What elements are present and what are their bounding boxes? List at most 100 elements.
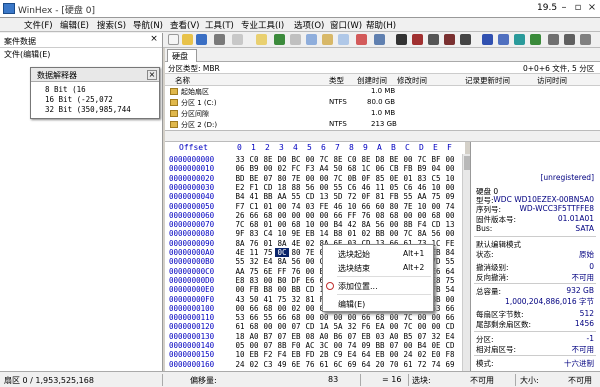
hex-byte[interactable]: 01 (401, 174, 415, 183)
hex-byte[interactable]: 00 (275, 202, 289, 211)
hex-byte[interactable]: 00 (429, 313, 443, 322)
hex-byte[interactable]: 69 (345, 360, 359, 369)
hex-byte[interactable]: 5D (331, 192, 345, 201)
hex-byte[interactable]: 00 (443, 295, 457, 304)
hex-byte[interactable]: EA (373, 322, 387, 331)
hex-byte[interactable]: 66 (359, 202, 373, 211)
hex-byte[interactable]: 75 (261, 248, 275, 257)
menu-options[interactable]: 选项(O) (294, 19, 324, 31)
hex-byte[interactable]: 11 (247, 248, 261, 257)
hex-byte[interactable]: 32 (429, 332, 443, 341)
hex-byte[interactable]: 10 (429, 183, 443, 192)
hex-row[interactable]: 0000000140 05 00 07 8B F0 AC 3C 00 74 09 BB 07 00 B4 0E… (165, 341, 465, 350)
hex-byte[interactable]: F4 (415, 220, 429, 229)
hex-byte[interactable]: F6 (359, 322, 373, 331)
hex-byte[interactable]: 0B (345, 174, 359, 183)
hex-byte[interactable]: 07 (387, 341, 401, 350)
hex-byte[interactable]: CD (429, 220, 443, 229)
hex-byte[interactable]: 8B (275, 341, 289, 350)
hex-byte[interactable]: FE (443, 239, 457, 248)
hex-byte[interactable]: 00 (387, 350, 401, 359)
hex-byte[interactable]: 66 (275, 313, 289, 322)
restore-icon[interactable]: ▫ (572, 3, 584, 15)
hex-byte[interactable]: 00 (233, 285, 247, 294)
hex-byte[interactable]: BC (289, 155, 303, 164)
hex-byte[interactable]: FF (275, 267, 289, 276)
hex-byte[interactable]: 8A (233, 239, 247, 248)
hex-byte[interactable]: 02 (359, 229, 373, 238)
hex-byte[interactable]: 66 (247, 304, 261, 313)
hex-byte[interactable]: 00 (317, 174, 331, 183)
hex-byte[interactable]: 72 (345, 192, 359, 201)
hex-byte[interactable]: EB (359, 332, 373, 341)
hex-byte[interactable]: E8 (233, 276, 247, 285)
hex-byte[interactable]: 3C (317, 341, 331, 350)
hex-byte[interactable]: E4 (443, 332, 457, 341)
hex-byte[interactable]: B4 (415, 341, 429, 350)
hex-byte[interactable]: 83 (247, 229, 261, 238)
hex-byte[interactable]: BF (429, 155, 443, 164)
hex-byte[interactable]: 00 (261, 322, 275, 331)
hex-byte[interactable]: 00 (443, 183, 457, 192)
hex-byte[interactable]: C9 (331, 350, 345, 359)
hex-byte[interactable]: CD (443, 341, 457, 350)
print-icon[interactable] (214, 34, 225, 45)
hex-byte[interactable]: 55 (443, 257, 457, 266)
hex-byte[interactable]: BB (373, 229, 387, 238)
hex-byte[interactable]: 00 (387, 322, 401, 331)
hex-row[interactable]: 0000000050 F7 C1 01 00 74 03 FE 46 10 66 60 80 7E 10 00… (165, 202, 465, 211)
hex-byte[interactable]: 41 (261, 295, 275, 304)
open-icon[interactable] (182, 34, 193, 45)
hex-byte[interactable]: 70 (387, 360, 401, 369)
hex-byte[interactable]: 00 (303, 211, 317, 220)
hex-byte[interactable]: 00 (289, 211, 303, 220)
hex-byte[interactable]: 10 (303, 220, 317, 229)
hex-byte[interactable]: 13 (443, 220, 457, 229)
hex-byte[interactable]: E4 (261, 257, 275, 266)
column-created[interactable]: 创建时间 (357, 75, 387, 86)
hex-byte[interactable]: 8A (275, 239, 289, 248)
replace-hex-icon[interactable] (444, 34, 455, 45)
close-icon[interactable]: × (586, 3, 598, 15)
hex-row[interactable]: 0000000160 24 02 C3 49 6E 76 61 6C 69 64 20 70 61 72 74… (165, 360, 465, 369)
hex-byte[interactable]: 20 (373, 360, 387, 369)
hex-byte[interactable]: 03 (373, 332, 387, 341)
hex-byte[interactable]: 60 (373, 202, 387, 211)
ram-editor-icon[interactable] (580, 34, 591, 45)
hex-byte[interactable]: 8E (261, 155, 275, 164)
menu-item-block-start[interactable]: 选块起始 Alt+1 (323, 247, 433, 261)
hex-byte[interactable]: 01 (261, 220, 275, 229)
hex-byte[interactable]: 00 (247, 341, 261, 350)
hex-byte[interactable]: 7C (415, 155, 429, 164)
hex-byte[interactable]: 2B (317, 350, 331, 359)
hex-byte[interactable]: 32 (289, 295, 303, 304)
menu-tools[interactable]: 工具(T) (205, 19, 234, 31)
search-again-icon[interactable] (460, 34, 471, 45)
hex-byte[interactable]: 64 (359, 360, 373, 369)
menu-search[interactable]: 搜索(S) (97, 19, 126, 31)
menu-item-edit[interactable]: 编辑(E) (323, 297, 433, 311)
hex-byte[interactable]: 00 (415, 211, 429, 220)
hex-byte[interactable]: BE (247, 174, 261, 183)
hex-byte[interactable]: C6 (345, 183, 359, 192)
properties-icon[interactable] (232, 34, 243, 45)
hex-byte[interactable]: B9 (247, 164, 261, 173)
hex-row[interactable]: 0000000070 7C 68 01 00 68 10 00 B4 42 8A 56 00 8B F4 CD… (165, 220, 465, 229)
hex-byte[interactable]: 50 (331, 164, 345, 173)
hex-byte[interactable]: 02 (275, 164, 289, 173)
hex-byte[interactable]: 00 (317, 313, 331, 322)
find-text-icon[interactable] (396, 34, 407, 45)
new-icon[interactable] (168, 34, 179, 45)
hex-byte[interactable]: 83 (247, 276, 261, 285)
hex-byte[interactable]: 32 (247, 257, 261, 266)
hex-byte[interactable]: C5 (429, 174, 443, 183)
hex-byte[interactable]: 68 (289, 220, 303, 229)
hex-row[interactable]: 0000000020 BD BE 07 80 7E 00 00 7C 0B 0F 85 0E 01 83 C5… (165, 174, 465, 183)
hex-byte[interactable]: 10 (345, 202, 359, 211)
hex-byte[interactable]: 0C (275, 248, 289, 257)
column-record-updated[interactable]: 记录更新时间 (465, 75, 510, 86)
hex-byte[interactable]: 07 (261, 341, 275, 350)
hex-byte[interactable]: 0E (429, 341, 443, 350)
hex-byte[interactable]: 81 (373, 192, 387, 201)
hex-byte[interactable]: 7C (331, 174, 345, 183)
